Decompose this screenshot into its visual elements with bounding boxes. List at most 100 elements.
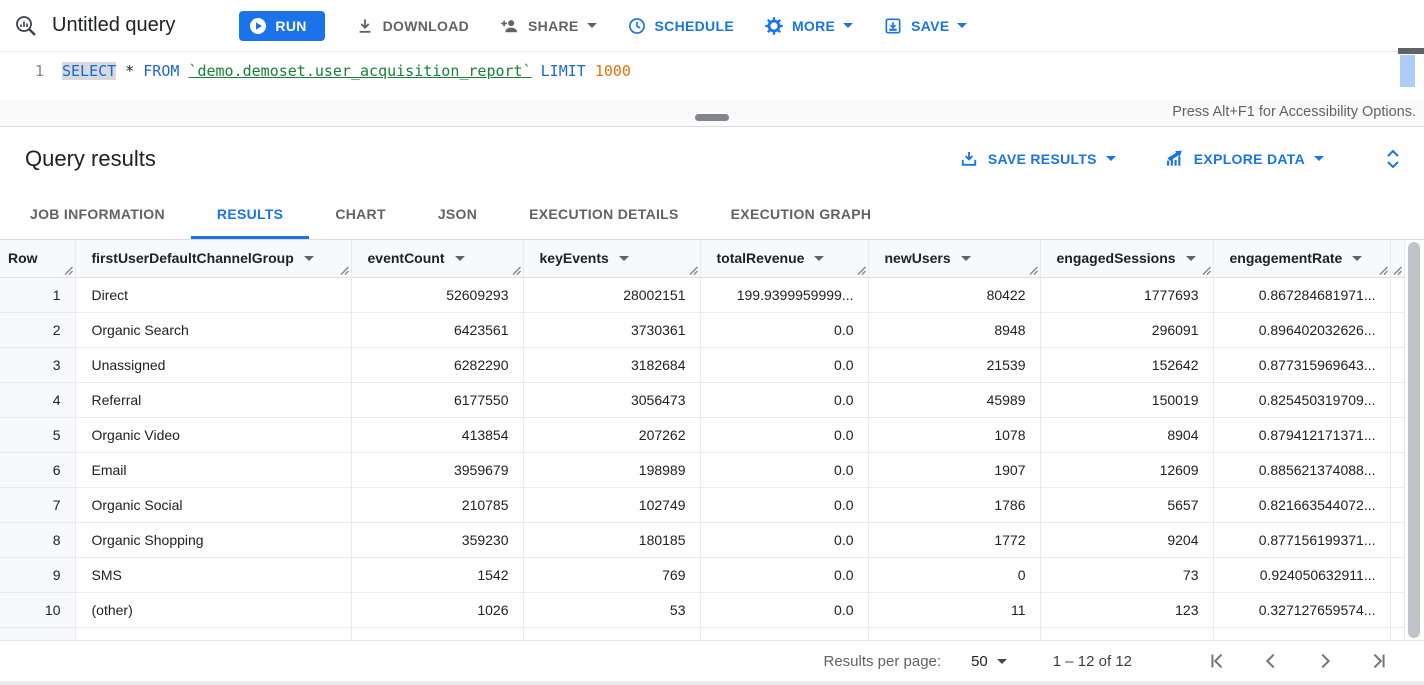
last-page-icon (1368, 650, 1390, 672)
cell-newUsers: 1772 (868, 522, 1040, 557)
sql-code-line[interactable]: SELECT * FROM `demo.demoset.user_acquisi… (62, 52, 631, 100)
column-header-stub (1390, 240, 1404, 277)
column-resize-handle[interactable] (1201, 265, 1211, 275)
column-label: newUsers (885, 250, 951, 266)
previous-page-button[interactable] (1260, 650, 1282, 672)
sql-editor[interactable]: 1 SELECT * FROM `demo.demoset.user_acqui… (0, 52, 1424, 100)
cell-firstUserDefaultChannelGroup: Organic Search (75, 312, 351, 347)
explore-data-button[interactable]: EXPLORE DATA (1164, 149, 1324, 169)
tab-job-information[interactable]: JOB INFORMATION (4, 190, 191, 239)
cell-stub (1390, 312, 1404, 347)
editor-scrollbar-thumb[interactable] (1400, 55, 1415, 87)
cell-stub (1390, 382, 1404, 417)
cell-engagedSessions: 150019 (1040, 382, 1213, 417)
cell-engagedSessions: 8904 (1040, 417, 1213, 452)
tab-json[interactable]: JSON (412, 190, 503, 239)
row-number: 4 (0, 382, 75, 417)
column-resize-handle[interactable] (856, 265, 866, 275)
column-header-engagedSessions[interactable]: engagedSessions (1040, 240, 1213, 277)
save-results-button[interactable]: SAVE RESULTS (959, 149, 1116, 169)
column-resize-handle[interactable] (1392, 265, 1402, 275)
cell-engagementRate: 0.821663544072... (1213, 487, 1390, 522)
cell-engagedSessions: 73 (1040, 557, 1213, 592)
expand-results-button[interactable] (1384, 147, 1402, 171)
query-title[interactable]: Untitled query (52, 14, 175, 37)
save-button[interactable]: SAVE (883, 16, 967, 36)
column-header-newUsers[interactable]: newUsers (868, 240, 1040, 277)
cell-keyEvents: 28002151 (523, 277, 700, 312)
pagination-range-label: 1 – 12 of 12 (1053, 653, 1132, 670)
unfold-chevrons-icon (1384, 147, 1402, 171)
column-menu-icon[interactable] (455, 256, 465, 261)
more-button[interactable]: MORE (764, 16, 853, 36)
cell-keyEvents: 102749 (523, 487, 700, 522)
column-resize-handle[interactable] (688, 265, 698, 275)
cell-engagedSessions: 296091 (1040, 312, 1213, 347)
last-page-button[interactable] (1368, 650, 1390, 672)
column-menu-icon[interactable] (961, 256, 971, 261)
query-icon (14, 14, 38, 38)
column-menu-icon[interactable] (1352, 256, 1362, 261)
person-add-icon (499, 16, 520, 36)
cell-newUsers: 1786 (868, 487, 1040, 522)
chevron-down-icon (1314, 156, 1324, 161)
table-header-row: RowfirstUserDefaultChannelGroupeventCoun… (0, 240, 1404, 277)
column-header-eventCount[interactable]: eventCount (351, 240, 523, 277)
cell-keyEvents: 53 (523, 592, 700, 627)
tab-execution-graph[interactable]: EXECUTION GRAPH (705, 190, 898, 239)
previous-page-icon (1260, 650, 1282, 672)
next-page-icon (1314, 650, 1336, 672)
column-header-keyEvents[interactable]: keyEvents (523, 240, 700, 277)
column-header-totalRevenue[interactable]: totalRevenue (700, 240, 868, 277)
column-header-engagementRate[interactable]: engagementRate (1213, 240, 1390, 277)
save-icon (883, 16, 903, 36)
cell-newUsers: 1078 (868, 417, 1040, 452)
column-label: firstUserDefaultChannelGroup (92, 250, 294, 266)
column-menu-icon[interactable] (619, 256, 629, 261)
cell-totalRevenue: 0.0 (700, 382, 868, 417)
sql-keyword-limit: LIMIT (541, 62, 586, 80)
tab-execution-details[interactable]: EXECUTION DETAILS (503, 190, 705, 239)
column-resize-handle[interactable] (511, 265, 521, 275)
cell-newUsers: 45989 (868, 382, 1040, 417)
column-resize-handle[interactable] (1378, 265, 1388, 275)
cell-engagedSessions: 152642 (1040, 347, 1213, 382)
editor-results-splitter[interactable] (695, 114, 729, 121)
column-resize-handle[interactable] (1028, 265, 1038, 275)
schedule-button[interactable]: SCHEDULE (627, 16, 734, 36)
cell-totalRevenue: 0.0 (700, 312, 868, 347)
next-page-button[interactable] (1314, 650, 1336, 672)
download-icon (355, 16, 375, 36)
column-resize-handle[interactable] (339, 265, 349, 275)
cell-firstUserDefaultChannelGroup: SMS (75, 557, 351, 592)
results-tabs: JOB INFORMATIONRESULTSCHARTJSONEXECUTION… (0, 190, 1424, 240)
column-header-firstUserDefaultChannelGroup[interactable]: firstUserDefaultChannelGroup (75, 240, 351, 277)
tab-chart[interactable]: CHART (309, 190, 412, 239)
column-menu-icon[interactable] (814, 256, 824, 261)
run-button[interactable]: RUN (239, 11, 324, 41)
column-menu-icon[interactable] (1186, 256, 1196, 261)
table-row: 7Organic Social2107851027490.0178656570.… (0, 487, 1404, 522)
cell-newUsers: 21539 (868, 347, 1040, 382)
editor-footer-strip: Press Alt+F1 for Accessibility Options. (0, 100, 1424, 127)
cell-keyEvents: 207262 (523, 417, 700, 452)
download-button[interactable]: DOWNLOAD (355, 16, 469, 36)
first-page-button[interactable] (1206, 650, 1228, 672)
cell-engagementRate: 0.879412171371... (1213, 417, 1390, 452)
table-vertical-scrollbar[interactable] (1408, 242, 1420, 638)
sql-table-reference-link[interactable]: `demo.demoset.user_acquisition_report` (188, 62, 531, 80)
cell-firstUserDefaultChannelGroup: Email (75, 452, 351, 487)
tab-results[interactable]: RESULTS (191, 190, 309, 239)
cell-newUsers: 1907 (868, 452, 1040, 487)
clock-icon (627, 16, 647, 36)
share-button[interactable]: SHARE (499, 16, 597, 36)
column-menu-icon[interactable] (304, 256, 314, 261)
query-results-title: Query results (25, 146, 959, 172)
table-scrollbar-thumb[interactable] (1408, 242, 1420, 638)
cell-engagedSessions: 2 (1040, 627, 1213, 640)
cell-eventCount: 413854 (351, 417, 523, 452)
cell-eventCount: 1542 (351, 557, 523, 592)
column-resize-handle[interactable] (63, 265, 73, 275)
page-size-select[interactable]: 50 (971, 653, 1007, 670)
play-circle-icon (249, 17, 267, 35)
